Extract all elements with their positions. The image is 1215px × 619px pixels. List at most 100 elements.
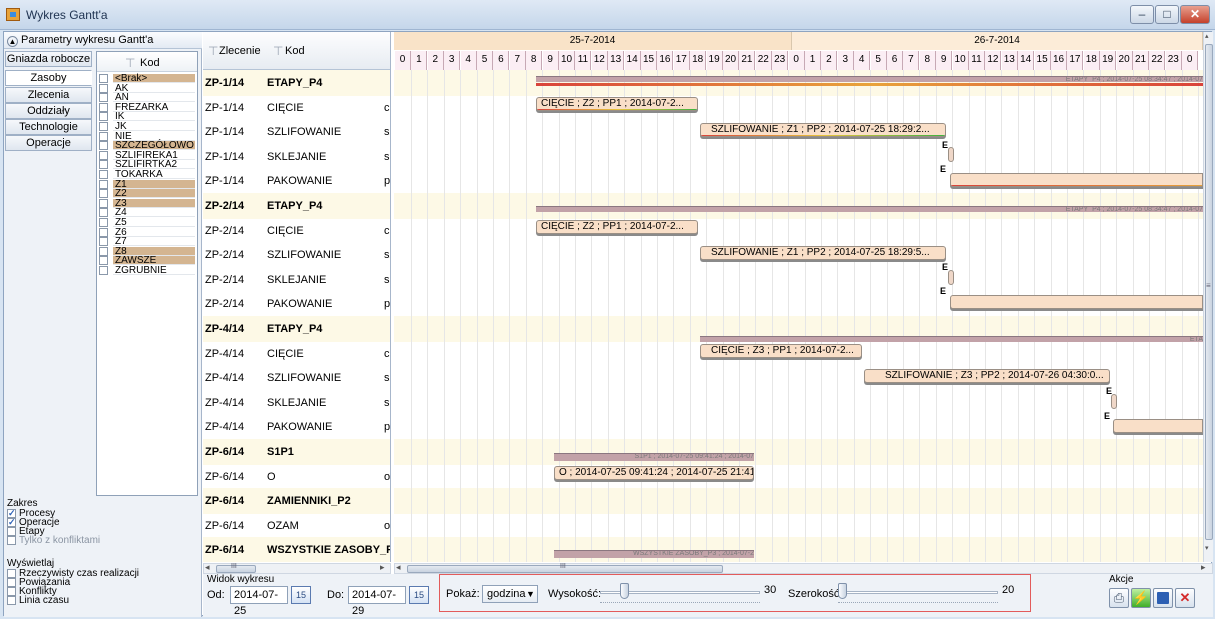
kod-list-item[interactable]: AN (99, 93, 195, 103)
summary-bar[interactable]: WSZYSTKIE ZASOBY_P3 ; 2014-07-2 (554, 550, 754, 558)
table-row[interactable]: ZP-4/14 SZLIFOWANIE sz (203, 365, 390, 391)
grid-scroll-thumb[interactable]: III (216, 563, 256, 573)
table-row[interactable]: ZP-2/14 SZLIFOWANIE sz (203, 242, 390, 268)
table-row[interactable]: ZP-2/14 PAKOWANIE pa (203, 291, 390, 317)
table-row[interactable]: ZP-2/14 CIĘCIE ci (203, 218, 390, 244)
milestone-marker[interactable] (1111, 394, 1117, 409)
scroll-down-arrow-icon[interactable]: ▾ (1205, 544, 1209, 552)
kod-list-item[interactable]: Z5 (99, 218, 195, 228)
task-bar[interactable] (950, 173, 1203, 187)
scroll-up-arrow-icon[interactable]: ▴ (1205, 32, 1209, 40)
save-button[interactable] (1153, 588, 1173, 608)
milestone-marker[interactable] (948, 147, 954, 162)
checkbox-box[interactable] (99, 93, 108, 103)
kod-list-item[interactable]: TOKARKA (99, 170, 195, 180)
table-row[interactable]: ZP-2/14 ETAPY_P4 (203, 193, 390, 219)
table-row[interactable]: ZP-4/14 PAKOWANIE pa (203, 414, 390, 440)
kod-list-item[interactable]: JK (99, 122, 195, 132)
task-bar[interactable]: SZLIFOWANIE ; Z1 ; PP2 ; 2014-07-25 18:2… (700, 246, 946, 260)
table-row[interactable]: ZP-1/14 CIĘCIE ci (203, 95, 390, 121)
table-row[interactable]: ZP-6/14 ZAMIENNIKI_P2 (203, 488, 390, 515)
scroll-left-arrow-icon[interactable]: ◂ (205, 562, 210, 573)
kod-list-item[interactable]: Z3 (99, 198, 195, 208)
collapse-chevron-icon[interactable]: ▲ (7, 36, 18, 47)
checkbox-box[interactable] (99, 170, 108, 179)
wysokosc-slider-thumb[interactable] (620, 583, 629, 599)
table-row[interactable]: ZP-6/14 Oo (203, 464, 390, 490)
table-row[interactable]: ZP-2/14 SKLEJANIE sl (203, 267, 390, 293)
checkbox-box[interactable] (7, 578, 16, 587)
generate-button[interactable]: ⚡ (1131, 588, 1151, 608)
kod-list-item[interactable]: Z7 (99, 237, 195, 247)
checkbox-box[interactable] (7, 587, 16, 596)
task-bar[interactable] (1113, 419, 1203, 433)
checkbox-box[interactable] (99, 179, 108, 189)
kod-list-item[interactable]: AK (99, 83, 195, 93)
checkbox-box[interactable] (99, 208, 108, 218)
scroll-left-arrow-icon[interactable]: ◂ (396, 562, 401, 573)
szerokosc-slider-thumb[interactable] (838, 583, 847, 599)
summary-bar[interactable]: S1P1 ; 2014-07-25 09:41:24 ; 2014-07 (554, 453, 754, 461)
tab-technologie[interactable]: Technologie (5, 119, 92, 135)
table-row[interactable]: ZP-4/14 CIĘCIE ci (203, 341, 390, 367)
checkbox-box[interactable] (99, 198, 108, 208)
pokaz-select[interactable]: godzina ▼ (482, 585, 538, 603)
checkbox-box[interactable] (7, 569, 16, 578)
summary-bar[interactable]: ETA (700, 336, 1203, 342)
summary-bar[interactable]: ETAPY_P4 ; 2014-07-25 08:34:47 ; 2014-07 (536, 76, 1203, 82)
parameters-header[interactable]: ▲ Parametry wykresu Gantt'a (4, 32, 202, 49)
checkbox-box[interactable]: ✓ (7, 518, 16, 527)
summary-bar[interactable]: ETAPY_P4 ; 2014-07-25 08:34:47 ; 2014-07 (536, 206, 1203, 212)
checkbox-box[interactable] (99, 227, 108, 237)
table-row[interactable]: ZP-1/14 ETAPY_P4 (203, 70, 390, 96)
table-row[interactable]: ZP-1/14 SKLEJANIE sl (203, 144, 390, 170)
kod-list-item[interactable]: Z4 (99, 208, 195, 218)
checkbox-box[interactable] (7, 536, 16, 545)
tab-operacje[interactable]: Operacje (5, 135, 92, 151)
table-row[interactable]: ZP-4/14 ETAPY_P4 (203, 316, 390, 342)
gantt-horizontal-scrollbar[interactable]: ◂ III ▸ (394, 562, 1213, 574)
od-date-input[interactable]: 2014-07-25 (230, 586, 288, 617)
checkbox-box[interactable] (99, 83, 108, 93)
minimize-button[interactable]: – (1130, 5, 1154, 24)
checkbox-box[interactable] (99, 237, 108, 247)
grid-horizontal-scrollbar[interactable]: ◂ III ▸ (203, 562, 391, 574)
table-row[interactable]: ZP-6/14 OZAM o (203, 513, 390, 539)
filter-icon[interactable]: ⊤ (273, 44, 283, 58)
filter-icon[interactable]: ⊤ (125, 56, 135, 70)
vertical-scrollbar[interactable]: ▴ ≡ ▾ (1203, 32, 1213, 562)
table-row[interactable]: ZP-4/14 SKLEJANIE sl (203, 390, 390, 416)
tab-gniazda-robocze[interactable]: Gniazda robocze (5, 51, 92, 67)
kod-list-item[interactable]: <Brak> (99, 74, 195, 84)
checkbox-box[interactable] (99, 74, 108, 83)
filter-icon[interactable]: ⊤ (208, 44, 218, 58)
col-zlecenie-header[interactable]: Zlecenie (219, 45, 261, 57)
kod-list-item[interactable]: Z2 (99, 189, 195, 199)
checkbox-box[interactable] (99, 150, 108, 160)
checkbox-box[interactable] (99, 189, 108, 199)
table-row[interactable]: ZP-6/14 WSZYSTKIE ZASOBY_P3 (203, 537, 390, 562)
scroll-right-arrow-icon[interactable]: ▸ (380, 562, 385, 573)
col-kod-header[interactable]: Kod (285, 45, 305, 57)
checkbox-box[interactable] (7, 527, 16, 536)
checkbox-box[interactable] (99, 102, 108, 112)
maximize-button[interactable]: □ (1155, 5, 1179, 24)
tab-zlecenia[interactable]: Zlecenia (5, 87, 92, 103)
tab-zasoby[interactable]: Zasoby (5, 70, 92, 86)
delete-button[interactable]: ✕ (1175, 588, 1195, 608)
checkbox-box[interactable] (99, 218, 108, 227)
table-row[interactable]: ZP-1/14 PAKOWANIE pa (203, 168, 390, 194)
table-row[interactable]: ZP-1/14 SZLIFOWANIE sz (203, 119, 390, 145)
checkbox-box[interactable] (99, 256, 108, 266)
task-bar[interactable]: SZLIFOWANIE ; Z3 ; PP2 ; 2014-07-26 04:3… (864, 369, 1110, 383)
task-bar[interactable]: O ; 2014-07-25 09:41:24 ; 2014-07-25 21:… (554, 466, 754, 480)
task-bar[interactable]: SZLIFOWANIE ; Z1 ; PP2 ; 2014-07-25 18:2… (700, 123, 946, 137)
kod-list-item[interactable]: SZCZEGÓŁOWO (99, 141, 195, 151)
close-button[interactable]: ✕ (1180, 5, 1210, 24)
do-date-input[interactable]: 2014-07-29 (348, 586, 406, 617)
calendar-icon[interactable]: 15 (291, 586, 311, 604)
kod-list-item[interactable]: IK (99, 112, 195, 122)
kod-list-item[interactable]: ZGRUBNIE (99, 266, 195, 276)
checkbox-box[interactable] (99, 266, 108, 275)
szerokosc-slider-track[interactable] (838, 591, 998, 594)
